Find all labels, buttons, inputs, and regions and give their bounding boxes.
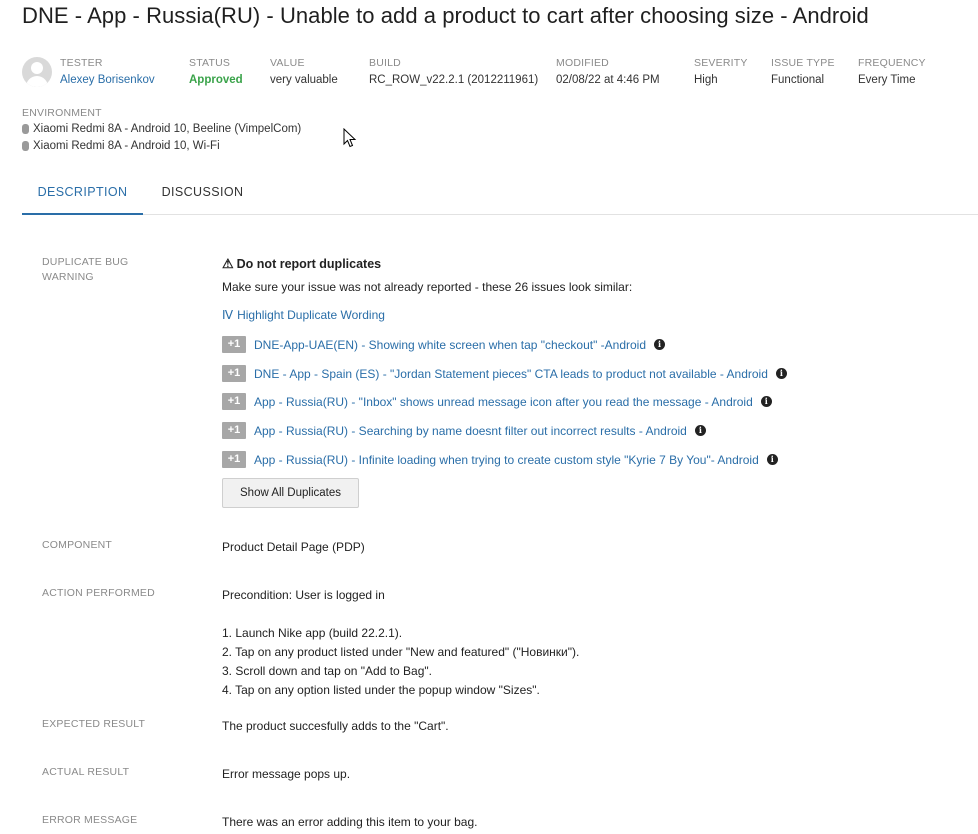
build-label: BUILD bbox=[369, 57, 401, 69]
meta-build: BUILD RC_ROW_v22.2.1 (2012211961) bbox=[369, 57, 538, 86]
severity-text: High bbox=[694, 74, 718, 86]
duplicate-heading-text: Do not report duplicates bbox=[236, 257, 382, 271]
tab-bar: DESCRIPTION DISCUSSION bbox=[22, 176, 978, 215]
steps-list: 1. Launch Nike app (build 22.2.1). 2. Ta… bbox=[222, 624, 579, 700]
precondition-text: Precondition: User is logged in bbox=[222, 588, 385, 602]
component-label: COMPONENT bbox=[42, 539, 113, 551]
environment-item: Xiaomi Redmi 8A - Android 10, Wi-Fi bbox=[22, 140, 220, 152]
expected-result-label: EXPECTED RESULT bbox=[42, 718, 146, 730]
duplicate-item: +1 DNE - App - Spain (ES) - "Jordan Stat… bbox=[222, 365, 787, 382]
value-label: VALUE bbox=[270, 57, 305, 69]
show-all-duplicates-button[interactable]: Show All Duplicates bbox=[222, 478, 359, 508]
plus-one-button[interactable]: +1 bbox=[222, 365, 246, 382]
tester-link[interactable]: Alexey Borisenkov bbox=[60, 74, 155, 86]
component-value: Product Detail Page (PDP) bbox=[222, 540, 365, 554]
duplicate-link[interactable]: App - Russia(RU) - Searching by name doe… bbox=[254, 424, 687, 438]
plus-one-button[interactable]: +1 bbox=[222, 336, 246, 353]
highlight-duplicate-text[interactable]: Highlight Duplicate Wording bbox=[237, 308, 385, 322]
info-icon[interactable]: i bbox=[654, 339, 666, 350]
step-item: 2. Tap on any product listed under "New … bbox=[222, 645, 580, 659]
duplicate-link[interactable]: App - Russia(RU) - "Inbox" shows unread … bbox=[254, 395, 753, 409]
plus-one-button[interactable]: +1 bbox=[222, 393, 246, 410]
duplicate-item: +1 DNE-App-UAE(EN) - Showing white scree… bbox=[222, 336, 666, 353]
action-performed-label: ACTION PERFORMED bbox=[42, 587, 155, 599]
frequency-text: Every Time bbox=[858, 74, 916, 86]
error-message-label: ERROR MESSAGE bbox=[42, 814, 138, 826]
tab-discussion[interactable]: DISCUSSION bbox=[152, 176, 253, 215]
issue-type-label: ISSUE TYPE bbox=[771, 57, 835, 69]
build-text: RC_ROW_v22.2.1 (2012211961) bbox=[369, 74, 539, 86]
mouse-pointer-icon bbox=[343, 128, 357, 148]
meta-frequency: FREQUENCY Every Time bbox=[858, 57, 926, 86]
value-text: very valuable bbox=[270, 74, 338, 86]
tab-description[interactable]: DESCRIPTION bbox=[22, 176, 143, 215]
info-icon[interactable]: i bbox=[766, 454, 778, 465]
frequency-label: FREQUENCY bbox=[858, 57, 926, 69]
meta-tester: TESTER Alexey Borisenkov bbox=[60, 57, 155, 86]
text-cursor-icon: Ⅳ bbox=[222, 308, 234, 322]
actual-result-label: ACTUAL RESULT bbox=[42, 766, 130, 778]
duplicate-warning-label: DUPLICATE BUG WARNING bbox=[42, 256, 129, 283]
meta-issue-type: ISSUE TYPE Functional bbox=[771, 57, 835, 86]
error-message-value: There was an error adding this item to y… bbox=[222, 815, 478, 829]
highlight-duplicate-link[interactable]: Ⅳ Highlight Duplicate Wording bbox=[222, 308, 385, 322]
environment-item: Xiaomi Redmi 8A - Android 10, Beeline (V… bbox=[22, 123, 301, 135]
plus-one-button[interactable]: +1 bbox=[222, 451, 246, 468]
duplicate-item: +1 App - Russia(RU) - "Inbox" shows unre… bbox=[222, 393, 772, 410]
issue-type-text: Functional bbox=[771, 74, 825, 86]
meta-severity: SEVERITY High bbox=[694, 57, 748, 86]
step-item: 4. Tap on any option listed under the po… bbox=[222, 683, 540, 697]
step-item: 3. Scroll down and tap on "Add to Bag". bbox=[222, 664, 432, 678]
meta-modified: MODIFIED 02/08/22 at 4:46 PM bbox=[556, 57, 660, 86]
severity-label: SEVERITY bbox=[694, 57, 748, 69]
modified-label: MODIFIED bbox=[556, 57, 609, 69]
environment-label: ENVIRONMENT bbox=[22, 107, 102, 119]
issue-title: DNE - App - Russia(RU) - Unable to add a… bbox=[22, 3, 869, 28]
meta-status: STATUS Approved bbox=[189, 57, 243, 86]
tester-avatar-icon bbox=[22, 57, 52, 87]
duplicate-link[interactable]: App - Russia(RU) - Infinite loading when… bbox=[254, 453, 759, 467]
expected-result-value: The product succesfully adds to the "Car… bbox=[222, 719, 449, 733]
phone-icon bbox=[22, 124, 29, 134]
info-icon[interactable]: i bbox=[775, 368, 787, 379]
environment-item-text: Xiaomi Redmi 8A - Android 10, Beeline (V… bbox=[33, 123, 302, 135]
environment-item-text: Xiaomi Redmi 8A - Android 10, Wi-Fi bbox=[33, 140, 220, 152]
step-item: 1. Launch Nike app (build 22.2.1). bbox=[222, 626, 403, 640]
status-label: STATUS bbox=[189, 57, 231, 69]
duplicate-link[interactable]: DNE-App-UAE(EN) - Showing white screen w… bbox=[254, 338, 646, 352]
info-icon[interactable]: i bbox=[694, 425, 706, 436]
duplicate-heading: ⚠ Do not report duplicates bbox=[222, 256, 381, 272]
meta-value: VALUE very valuable bbox=[270, 57, 338, 86]
warning-icon: ⚠ bbox=[222, 256, 234, 271]
modified-text: 02/08/22 at 4:46 PM bbox=[556, 74, 660, 86]
status-badge: Approved bbox=[189, 74, 243, 86]
phone-icon bbox=[22, 141, 29, 151]
plus-one-button[interactable]: +1 bbox=[222, 422, 246, 439]
duplicate-link[interactable]: DNE - App - Spain (ES) - "Jordan Stateme… bbox=[254, 367, 768, 381]
duplicate-intro: Make sure your issue was not already rep… bbox=[222, 280, 633, 294]
duplicate-item: +1 App - Russia(RU) - Searching by name … bbox=[222, 422, 706, 439]
duplicate-item: +1 App - Russia(RU) - Infinite loading w… bbox=[222, 451, 778, 468]
tester-label: TESTER bbox=[60, 57, 103, 69]
actual-result-value: Error message pops up. bbox=[222, 767, 351, 781]
info-icon[interactable]: i bbox=[760, 396, 772, 407]
